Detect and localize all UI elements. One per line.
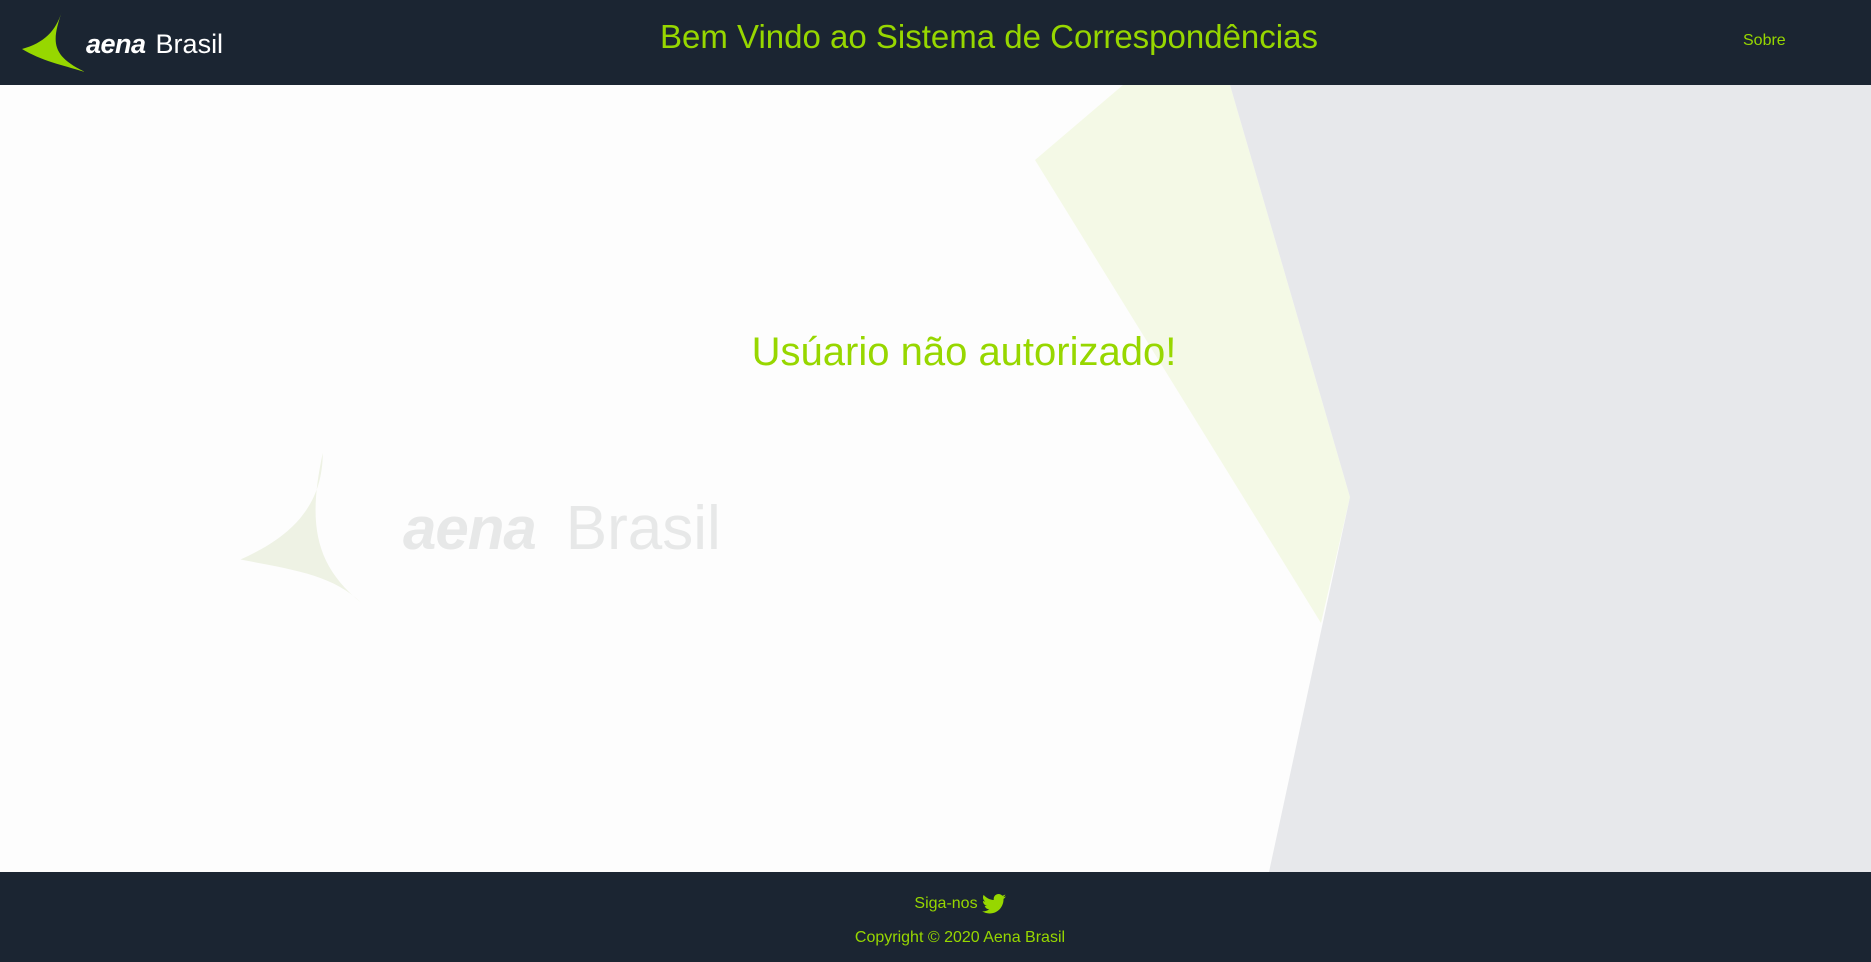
header: aena Brasil Bem Vindo ao Sistema de Corr… — [0, 0, 1871, 85]
follow-label: Siga-nos — [914, 895, 978, 912]
footer: Siga-nos Copyright © 2020 Aena Brasil — [0, 872, 1871, 962]
main-content: aena Brasil Usúario não autorizado! — [0, 85, 1871, 872]
watermark-logo: aena Brasil — [238, 453, 721, 603]
watermark-brand: aena — [403, 494, 537, 562]
follow-us: Siga-nos — [0, 894, 1871, 914]
twitter-icon — [981, 894, 1006, 914]
twitter-link[interactable] — [981, 894, 1006, 914]
nav-about-link[interactable]: Sobre — [1743, 32, 1786, 50]
copyright-text: Copyright © 2020 Aena Brasil — [854, 929, 1066, 946]
unauthorized-message: Usúario não autorizado! — [751, 330, 1177, 374]
page-title: Bem Vindo ao Sistema de Correspondências — [660, 18, 1318, 55]
watermark-region: Brasil — [565, 493, 721, 563]
watermark-arrow-icon — [240, 453, 362, 603]
